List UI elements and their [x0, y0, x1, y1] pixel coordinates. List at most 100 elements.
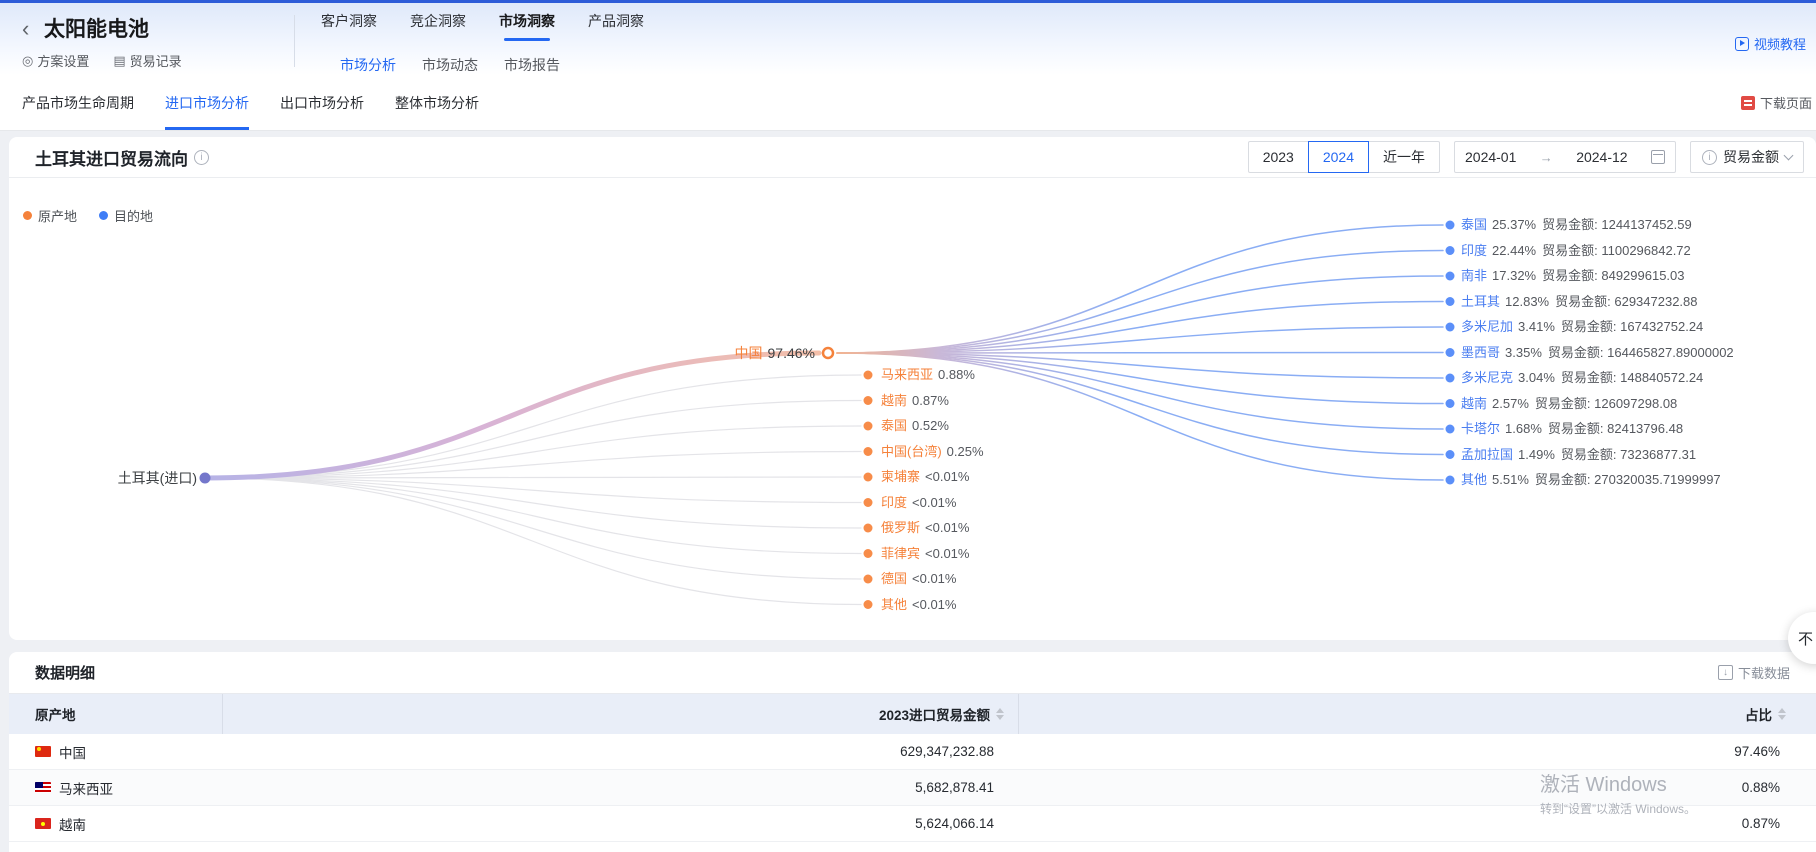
sort-icon[interactable] — [1778, 704, 1786, 724]
destination-country-link[interactable]: 泰国 — [1461, 217, 1487, 232]
calendar-icon — [1651, 150, 1665, 164]
video-tutorial-link[interactable]: 视频教程 — [1735, 34, 1806, 53]
origin-node-dot[interactable] — [864, 498, 873, 507]
column-header-origin[interactable]: 原产地 — [9, 694, 223, 734]
destination-node-dot[interactable] — [1446, 221, 1455, 230]
back-icon[interactable]: ‹ — [22, 16, 29, 42]
importer-node-label[interactable]: 土耳其(进口) — [77, 468, 197, 488]
video-tutorial-label: 视频教程 — [1754, 34, 1806, 53]
origin-node-dot[interactable] — [864, 575, 873, 584]
origin-country-link[interactable]: 其他 — [881, 597, 907, 612]
scheme-settings-link[interactable]: ◎ 方案设置 — [22, 51, 89, 70]
column-header-amount[interactable]: 2023进口贸易金额 — [223, 694, 1019, 734]
destination-country-link[interactable]: 多米尼加 — [1461, 319, 1513, 334]
destination-node-dot[interactable] — [1446, 399, 1455, 408]
destination-node-dot[interactable] — [1446, 374, 1455, 383]
destination-country-link[interactable]: 孟加拉国 — [1461, 447, 1513, 462]
table-row: 中国 629,347,232.88 97.46% — [9, 734, 1816, 770]
destination-country-link[interactable]: 墨西哥 — [1461, 345, 1500, 360]
destination-country-link[interactable]: 其他 — [1461, 472, 1487, 487]
tab-import-analysis[interactable]: 进口市场分析 — [165, 75, 249, 130]
download-data-button[interactable]: ↓ 下载数据 — [1718, 663, 1790, 682]
destination-node-dot[interactable] — [1446, 297, 1455, 306]
destination-node-label: 印度22.44%贸易金额: 1100296842.72 — [1461, 241, 1691, 261]
destination-country-link[interactable]: 多米尼克 — [1461, 370, 1513, 385]
destination-share: 17.32% — [1492, 268, 1536, 283]
table-body: 中国 629,347,232.88 97.46% 马来西亚 5,682,878.… — [9, 734, 1816, 842]
destination-node-dot[interactable] — [1446, 348, 1455, 357]
column-header-share[interactable]: 占比 — [1019, 694, 1816, 734]
header-divider — [294, 15, 295, 67]
tab-export-analysis[interactable]: 出口市场分析 — [280, 75, 364, 130]
destination-node-dot[interactable] — [1446, 450, 1455, 459]
destination-link — [837, 276, 1443, 353]
origin-node-label: 俄罗斯<0.01% — [881, 518, 969, 538]
table-card-head: 数据明细 ↓ 下载数据 — [9, 652, 1816, 694]
tab-product-insight[interactable]: 产品洞察 — [588, 11, 644, 41]
tab-overall-analysis[interactable]: 整体市场分析 — [395, 75, 479, 130]
origin-node-dot[interactable] — [864, 371, 873, 380]
origin-node-dot[interactable] — [864, 447, 873, 456]
origin-node-dot[interactable] — [864, 524, 873, 533]
origin-country-link[interactable]: 德国 — [881, 571, 907, 586]
origin-node-dot[interactable] — [864, 549, 873, 558]
download-page-button[interactable]: 下载页面 — [1741, 75, 1812, 130]
tab-market-insight[interactable]: 市场洞察 — [499, 11, 555, 41]
origin-country-link[interactable]: 印度 — [881, 495, 907, 510]
origin-share: <0.01% — [925, 469, 969, 484]
trade-records-link[interactable]: ▤ 贸易记录 — [113, 51, 181, 70]
date-range-picker[interactable]: 2024-01 → 2024-12 — [1454, 141, 1676, 173]
origin-country-link[interactable]: 越南 — [881, 393, 907, 408]
origin-country-link[interactable]: 泰国 — [881, 418, 907, 433]
download-data-label: 下载数据 — [1738, 663, 1790, 682]
hub-node-dot[interactable] — [823, 348, 833, 358]
destination-node-dot[interactable] — [1446, 272, 1455, 281]
destination-country-link[interactable]: 印度 — [1461, 243, 1487, 258]
origin-country-link[interactable]: 马来西亚 — [881, 367, 933, 382]
origin-node-dot[interactable] — [864, 600, 873, 609]
info-icon[interactable]: i — [194, 150, 209, 165]
tab-customer-insight[interactable]: 客户洞察 — [321, 11, 377, 41]
metric-dropdown[interactable]: i 贸易金额 — [1690, 141, 1804, 173]
tab-product-lifecycle[interactable]: 产品市场生命周期 — [22, 75, 134, 130]
origin-share: 0.87% — [912, 393, 949, 408]
destination-node-dot[interactable] — [1446, 425, 1455, 434]
table-row: 马来西亚 5,682,878.41 0.88% — [9, 770, 1816, 806]
tab-competitor-insight[interactable]: 竞企洞察 — [410, 11, 466, 41]
origin-country-link[interactable]: 俄罗斯 — [881, 520, 920, 535]
origin-cell: 越南 — [9, 814, 223, 834]
origin-node-dot[interactable] — [864, 473, 873, 482]
origin-link — [205, 478, 861, 528]
origin-link — [205, 401, 861, 479]
top-header: ‹ 太阳能电池 ◎ 方案设置 ▤ 贸易记录 客户洞察 竞企洞察 市场洞察 产品洞… — [0, 3, 1816, 75]
sort-icon[interactable] — [996, 704, 1004, 724]
destination-node-dot[interactable] — [1446, 323, 1455, 332]
country-name: 中国 — [59, 742, 86, 762]
destination-share: 5.51% — [1492, 472, 1529, 487]
recent-year-button[interactable]: 近一年 — [1368, 141, 1440, 173]
destination-country-link[interactable]: 卡塔尔 — [1461, 421, 1500, 436]
origin-cell: 马来西亚 — [9, 778, 223, 798]
destination-share: 1.49% — [1518, 447, 1555, 462]
origin-country-link[interactable]: 柬埔寨 — [881, 469, 920, 484]
year-2023-button[interactable]: 2023 — [1248, 141, 1309, 173]
origin-node-dot[interactable] — [864, 396, 873, 405]
destination-node-dot[interactable] — [1446, 246, 1455, 255]
date-from: 2024-01 — [1465, 149, 1516, 165]
hub-country-link[interactable]: 中国 — [735, 345, 763, 361]
destination-node-dot[interactable] — [1446, 476, 1455, 485]
origin-country-link[interactable]: 中国(台湾) — [881, 444, 942, 459]
origin-country-link[interactable]: 菲律宾 — [881, 546, 920, 561]
origin-node-label: 越南 0.87% — [881, 391, 949, 411]
origin-node-dot[interactable] — [864, 422, 873, 431]
destination-country-link[interactable]: 南非 — [1461, 268, 1487, 283]
destination-country-link[interactable]: 越南 — [1461, 396, 1487, 411]
destination-country-link[interactable]: 土耳其 — [1461, 294, 1500, 309]
destination-amount: 贸易金额: 849299615.03 — [1542, 268, 1684, 283]
importer-node-dot[interactable] — [200, 473, 211, 484]
destination-amount: 贸易金额: 629347232.88 — [1555, 294, 1697, 309]
year-2024-button[interactable]: 2024 — [1308, 141, 1369, 173]
chart-title: 土耳其进口贸易流向 — [35, 145, 188, 170]
destination-node-label: 泰国25.37%贸易金额: 1244137452.59 — [1461, 215, 1692, 235]
destination-node-label: 墨西哥3.35%贸易金额: 164465827.89000002 — [1461, 343, 1734, 363]
